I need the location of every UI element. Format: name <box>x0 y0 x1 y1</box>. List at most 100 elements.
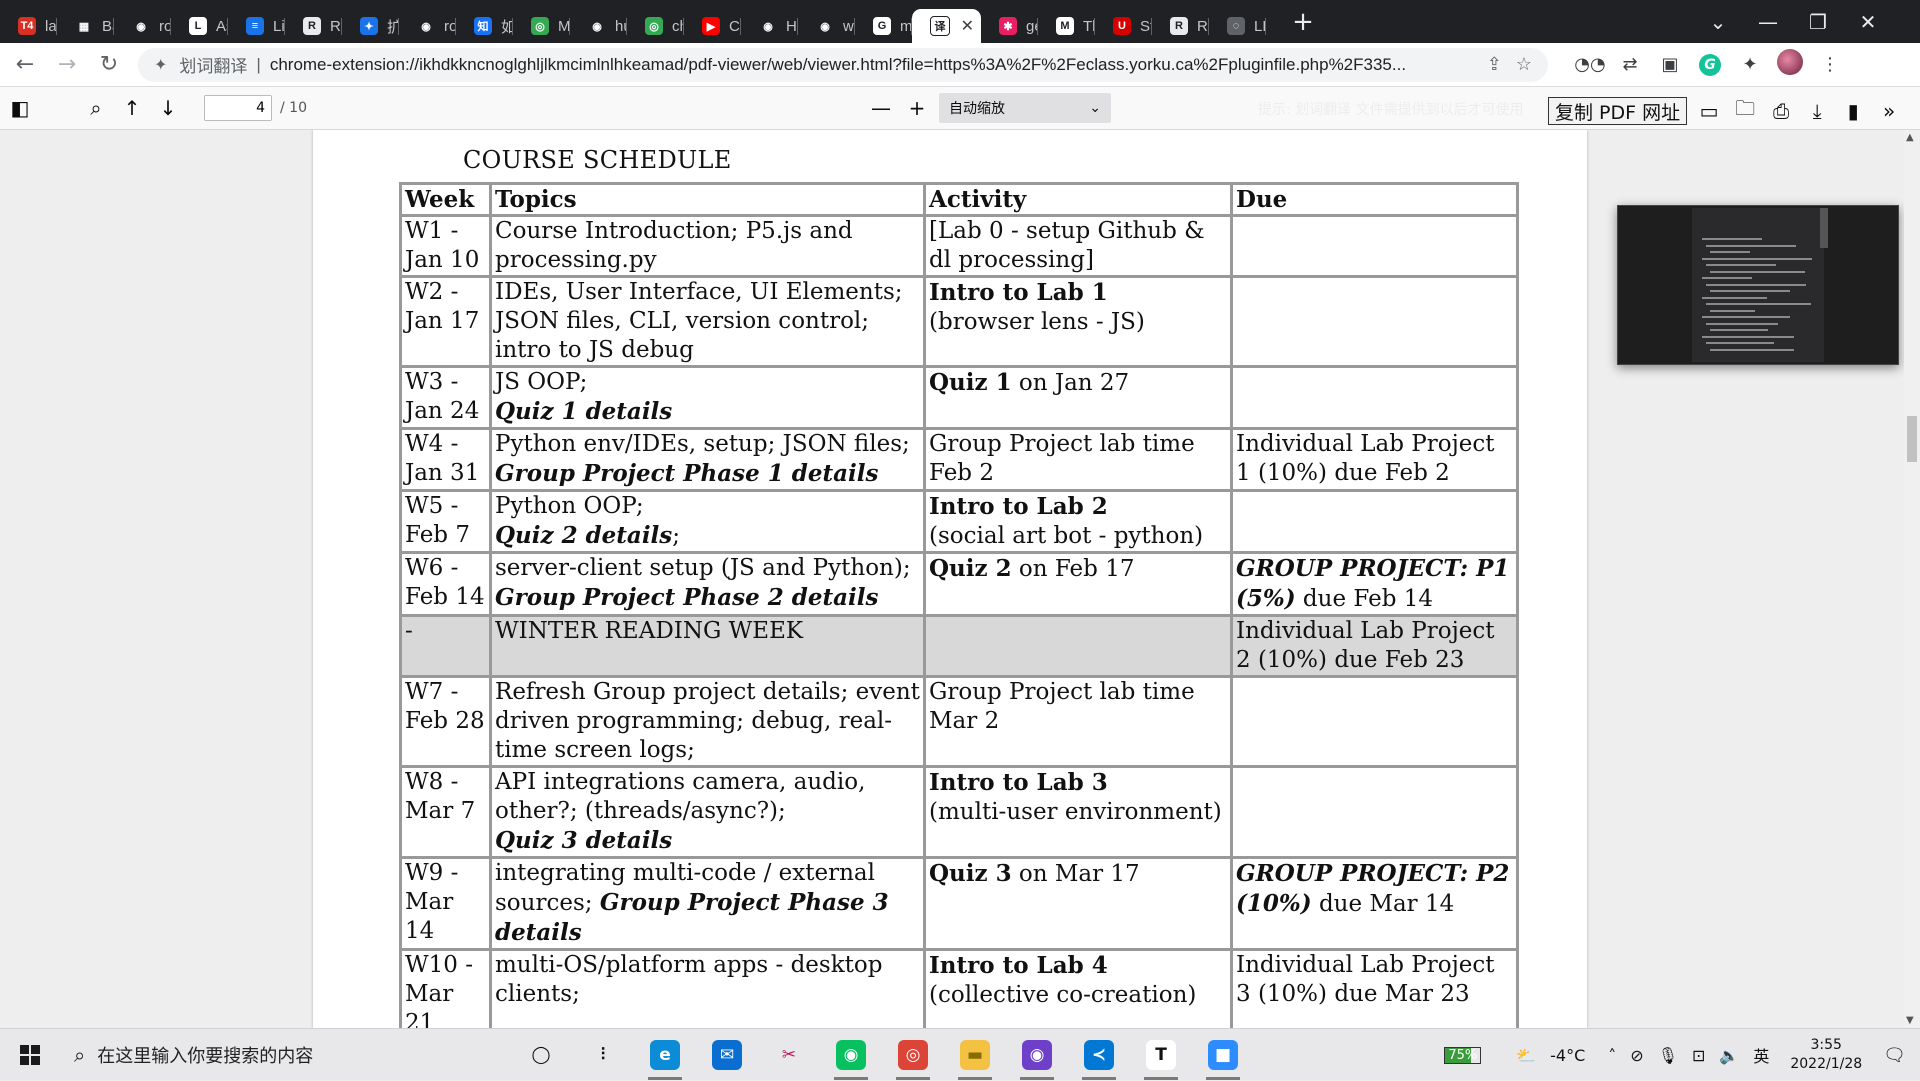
tools-icon[interactable]: » <box>1871 99 1907 123</box>
browser-tab[interactable]: ▶ Co <box>684 9 741 43</box>
browser-tab[interactable]: ◉ Ho <box>741 9 798 43</box>
taskbar-app-mail[interactable]: ✉ <box>696 1029 758 1081</box>
browser-tab[interactable]: M Thi <box>1038 9 1095 43</box>
reload-button[interactable]: ↻ <box>92 52 126 77</box>
translate-ext-icon[interactable]: ⇄ <box>1610 54 1650 75</box>
restore-button[interactable]: ❐ <box>1793 10 1843 34</box>
taskbar-app-task-view[interactable]: ◯ <box>510 1029 572 1081</box>
address-bar[interactable]: ✦ 划词翻译 | chrome-extension://ikhdkkncnogl… <box>138 47 1548 82</box>
window-preview-thumbnail[interactable] <box>1617 205 1899 365</box>
browser-tab-active[interactable]: 译 ✕ <box>912 9 981 43</box>
presentation-icon[interactable]: ▭ <box>1691 99 1727 123</box>
browser-tab[interactable]: U Stu <box>1095 9 1152 43</box>
browser-tab[interactable]: R Rei <box>285 9 342 43</box>
taskbar-app-github-desktop[interactable]: ◉ <box>1006 1029 1068 1081</box>
zhihu-icon: 知 <box>474 17 492 35</box>
taskbar-app-widgets[interactable]: ⫶ <box>572 1029 634 1081</box>
reader-icon[interactable]: ▣ <box>1650 54 1690 75</box>
browser-tab[interactable]: ✦ 扩展 <box>342 9 399 43</box>
browser-tab[interactable]: ◎ Ma <box>513 9 570 43</box>
browser-tab[interactable]: ◉ we <box>798 9 855 43</box>
taskbar-app-wechat[interactable]: ◉ <box>820 1029 882 1081</box>
topics-cell: JS OOP; Quiz 1 details <box>489 365 926 430</box>
taskbar-app-chrome[interactable]: ◎ <box>882 1029 944 1081</box>
new-tab-button[interactable]: + <box>1288 7 1318 37</box>
battery-indicator[interactable]: 75% <box>1444 1046 1482 1064</box>
temperature[interactable]: -4°C <box>1550 1046 1585 1065</box>
browser-tab[interactable]: T4 lab <box>0 9 57 43</box>
bookmark-star-icon[interactable]: ☆ <box>1516 54 1532 75</box>
browser-tab[interactable]: ≡ Lin <box>228 9 285 43</box>
network-icon[interactable]: ⊘ <box>1630 1046 1643 1065</box>
page-number-input[interactable]: 4 <box>204 95 272 121</box>
display-icon[interactable]: ⊡ <box>1692 1046 1705 1065</box>
taskbar-app-file-explorer[interactable]: ▬ <box>944 1029 1006 1081</box>
file-explorer-icon: ▬ <box>960 1039 990 1070</box>
taskbar-app-typora[interactable]: T <box>1130 1029 1192 1081</box>
find-icon[interactable]: ⌕ <box>78 96 114 120</box>
browser-tab[interactable]: ◉ hu <box>570 9 627 43</box>
scroll-up-icon[interactable]: ▲ <box>1906 132 1914 143</box>
pdf-viewer[interactable]: COURSE SCHEDULE Week Topics Activity Due… <box>0 130 1920 1028</box>
browser-tab[interactable]: L Ass <box>171 9 228 43</box>
tab-search-icon[interactable]: ⌄ <box>1693 10 1743 34</box>
browser-tab[interactable]: R Rei <box>1152 9 1209 43</box>
chevron-up-icon[interactable]: ˄ <box>1608 1046 1616 1065</box>
copy-pdf-url-button[interactable]: 复制 PDF 网址 <box>1548 97 1688 125</box>
browser-tab[interactable]: 知如何 <box>456 9 513 43</box>
table-row: W9 - Mar 14 integrating multi-code / exte… <box>399 856 1519 951</box>
taskbar-app-snip[interactable]: ✂ <box>758 1029 820 1081</box>
mail-icon: ✉ <box>712 1039 742 1070</box>
bookmark-icon[interactable]: ▮ <box>1835 99 1871 123</box>
download-icon[interactable]: ⤓ <box>1799 99 1835 123</box>
zoom-in-icon[interactable]: + <box>899 96 935 120</box>
activity-cell: Group Project lab time Feb 2 <box>923 427 1233 492</box>
browser-tab[interactable]: ◉ rob <box>399 9 456 43</box>
taskbar-app-edge[interactable]: e <box>634 1029 696 1081</box>
extensions-icon[interactable]: ✦ <box>1730 54 1770 75</box>
browser-tab[interactable]: Gma <box>855 9 912 43</box>
column-header: Topics <box>489 182 926 217</box>
sidebar-toggle-icon[interactable]: ◧ <box>2 96 38 120</box>
browser-tab[interactable]: ◉ rob <box>114 9 171 43</box>
notification-icon[interactable]: 🗨 <box>1883 1045 1906 1066</box>
scrollbar-thumb[interactable] <box>1907 416 1917 462</box>
browser-tab[interactable]: ▦ Bas <box>57 9 114 43</box>
share-icon[interactable]: ⇪ <box>1487 54 1502 75</box>
taskbar-search[interactable]: ⌕ 在这里输入你要搜索的内容 <box>60 1029 480 1081</box>
microphone-icon[interactable]: 🎙 <box>1658 1046 1678 1065</box>
back-button[interactable]: ← <box>8 52 42 77</box>
glasses-icon[interactable]: ◔◔ <box>1570 54 1610 75</box>
taskbar-app-zoom[interactable]: ■ <box>1192 1029 1254 1081</box>
open-file-icon[interactable]: 🗀 <box>1727 94 1763 128</box>
scroll-down-icon[interactable]: ▼ <box>1906 1015 1914 1026</box>
menu-icon[interactable]: ⋮ <box>1810 54 1850 75</box>
ime-indicator[interactable]: 英 <box>1753 1043 1769 1067</box>
close-window-button[interactable]: ✕ <box>1843 10 1893 34</box>
browser-tab[interactable]: ◎ chr <box>627 9 684 43</box>
grammarly-icon[interactable]: G <box>1690 53 1730 76</box>
preview-text-line <box>1706 264 1776 266</box>
url-text[interactable]: chrome-extension://ikhdkkncnoglghljlkmci… <box>270 55 1473 75</box>
close-tab-icon[interactable]: ✕ <box>961 16 974 36</box>
column-header: Week <box>399 182 492 217</box>
previous-page-icon[interactable]: ↑ <box>114 96 150 120</box>
print-icon[interactable]: ⎙ <box>1763 99 1799 123</box>
minimize-button[interactable]: — <box>1743 10 1793 34</box>
volume-icon[interactable]: 🔈 <box>1719 1046 1739 1065</box>
start-button[interactable] <box>0 1044 60 1065</box>
translate-icon: 译 <box>930 16 950 36</box>
browser-tab[interactable]: ✱ get <box>981 9 1038 43</box>
zoom-out-icon[interactable]: — <box>863 96 899 120</box>
browser-tab[interactable]: ◌ LE/ <box>1209 9 1266 43</box>
taskbar-app-vscode[interactable]: ≺ <box>1068 1029 1130 1081</box>
next-page-icon[interactable]: ↓ <box>150 96 186 120</box>
clock[interactable]: 3:55 2022/1/28 <box>1790 1036 1862 1074</box>
weather-icon[interactable]: ⛅ <box>1516 1046 1536 1065</box>
preview-text-line <box>1702 238 1762 240</box>
vertical-scrollbar[interactable]: ▲ ▼ <box>1904 130 1920 1028</box>
profile-avatar[interactable] <box>1770 49 1810 80</box>
zoom-select[interactable]: 自动缩放 ⌄ <box>938 93 1111 123</box>
browser-tab-label: Bas <box>102 17 114 35</box>
forward-button[interactable]: → <box>50 52 84 77</box>
